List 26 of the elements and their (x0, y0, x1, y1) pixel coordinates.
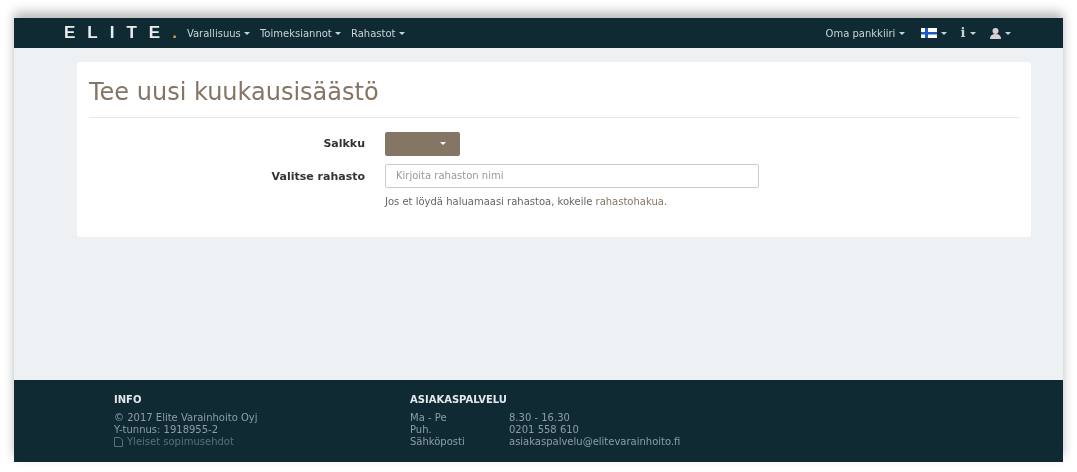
footer-heading: INFO (114, 394, 143, 406)
footer-text: © 2017 Elite Varainhoito Oyj (114, 412, 259, 424)
footer-label: Sähköposti (410, 436, 466, 448)
account-menu[interactable]: Oma pankkiiri (825, 25, 905, 41)
field-label: Valitse rahasto (270, 168, 366, 185)
page-title: Tee uusi kuukausisäästö (89, 78, 380, 107)
footer-value: asiakaspalvelu@elitevarainhoito.fi (509, 436, 681, 448)
footer-label: Puh. (410, 424, 433, 436)
logo-text: ELITE. (64, 22, 177, 45)
document-icon (114, 437, 123, 447)
nav-menu[interactable]: Varallisuus (186, 25, 250, 41)
nav-menu[interactable]: Rahastot (350, 25, 405, 41)
user-icon[interactable] (990, 27, 1011, 39)
field-label: Salkku (322, 135, 366, 152)
footer-text: Y-tunnus: 1918955-2 (114, 424, 220, 436)
footer-heading: ASIAKASPALVELU (410, 394, 508, 406)
flag-icon[interactable] (920, 28, 947, 38)
portfolio-dropdown[interactable] (385, 131, 460, 156)
fund-search-link[interactable]: rahastohakua (595, 195, 664, 207)
footer-value: 0201 558 610 (509, 424, 579, 436)
footer-label: Ma - Pe (410, 412, 448, 424)
info-menu[interactable]: i (960, 23, 976, 43)
footer-value: 8.30 - 16.30 (509, 412, 570, 424)
hint-text: Jos et löydä haluamaasi rahastoa, kokeile rahastohakua. (385, 194, 669, 209)
fund-search-field[interactable]: Kirjoita rahaston nimi (385, 163, 759, 188)
nav-menu[interactable]: Toimeksiannot (259, 25, 341, 41)
